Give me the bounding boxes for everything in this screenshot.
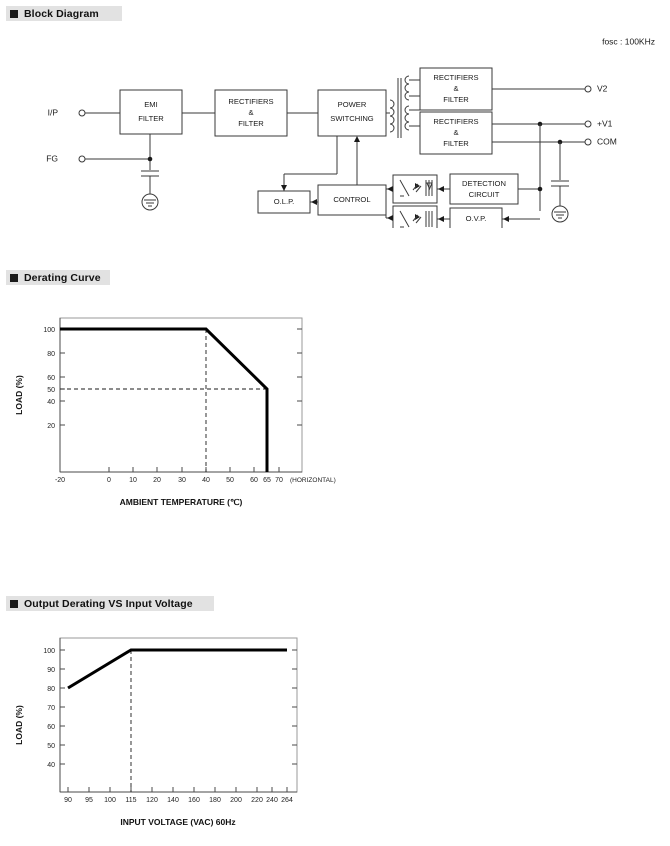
arrow-olp-in	[281, 185, 287, 191]
x-ticklabel: 160	[188, 797, 200, 804]
block-rectifiers-v2-line-3: FILTER	[443, 95, 469, 104]
x-ticklabel: 90	[64, 797, 72, 804]
arrow-opto1-to-control	[387, 186, 393, 192]
section-bullet-icon	[10, 273, 18, 282]
output-derating-chart: 100 90 80 70 60 50 40 90 95 100 115 120 …	[0, 620, 400, 841]
x-ticklabel: 50	[226, 477, 234, 484]
section-header-derating-curve: Derating Curve	[6, 270, 110, 285]
section-header-block-diagram: Block Diagram	[6, 6, 122, 21]
x-ticklabel: 40	[202, 477, 210, 484]
y-ticklabel: 50	[47, 743, 55, 750]
block-power-switching-line-1: POWER	[338, 100, 367, 109]
output-terminal-label-com: COM	[597, 136, 617, 146]
block-power-switching-line-2: SWITCHING	[330, 114, 374, 123]
block-rectifiers-1-line-2: &	[248, 108, 253, 117]
x-ticklabel: 20	[153, 477, 161, 484]
block-rectifiers-1-line-3: FILTER	[238, 119, 264, 128]
block-detection-circuit-line-1: DETECTION	[462, 179, 506, 188]
x-axis-title: INPUT VOLTAGE (VAC) 60Hz	[120, 817, 235, 827]
arrow-detection-to-opto1	[438, 186, 444, 192]
section-title: Output Derating VS Input Voltage	[24, 597, 193, 610]
arrow-opto2-to-control	[387, 215, 393, 221]
x-ticklabel: 180	[209, 797, 221, 804]
earth-ground-primary-icon	[141, 193, 159, 211]
block-emi-filter-line-2: FILTER	[138, 114, 164, 123]
y-axis-title: LOAD (%)	[14, 705, 24, 745]
y-ticklabel: 90	[47, 667, 55, 674]
y-ticklabel: 60	[47, 375, 55, 382]
x-ticklabel: 264	[281, 797, 293, 804]
x-ticklabel: 0	[107, 477, 111, 484]
x-ticklabel: 115	[125, 797, 136, 804]
y-ticklabel: 50	[47, 387, 55, 394]
horizontal-note: (HORIZONTAL)	[290, 477, 336, 484]
section-bullet-icon	[10, 599, 18, 608]
y-ticklabel: 100	[43, 327, 55, 334]
output-terminal-label-v2: V2	[597, 83, 608, 93]
block-emi-filter-line-1: EMI	[144, 100, 158, 109]
x-ticklabel: 100	[104, 797, 116, 804]
arrow-control-to-olp	[311, 199, 317, 205]
block-rectifiers-1-line-1: RECTIFIERS	[228, 97, 273, 106]
section-title: Block Diagram	[24, 7, 99, 20]
y-ticklabel: 40	[47, 399, 55, 406]
input-terminal-ip-icon	[78, 109, 86, 117]
y-axis-title: LOAD (%)	[14, 375, 24, 415]
transformer-primary-winding-icon	[389, 99, 395, 133]
x-ticklabel: 240	[266, 797, 278, 804]
x-ticklabel: 30	[178, 477, 186, 484]
input-terminal-label-fg: FG	[46, 153, 58, 163]
output-terminal-label-v1: +V1	[597, 118, 613, 128]
derating-curve-chart: 100 80 60 50 40 20 -20 0 10 20 30 40 50 …	[0, 300, 400, 525]
y-ticklabel: 100	[43, 648, 55, 655]
x-ticklabel: -20	[55, 477, 65, 484]
arrow-ovp-to-opto2	[438, 216, 444, 222]
y-ticklabel: 60	[47, 724, 55, 731]
section-header-output-derating: Output Derating VS Input Voltage	[6, 596, 214, 611]
y-ticklabel: 80	[47, 351, 55, 358]
transformer-secondary-winding-v1-icon	[404, 105, 410, 131]
earth-ground-secondary-icon	[551, 205, 569, 223]
junction-dot-fg	[147, 156, 153, 162]
y-ticklabel: 40	[47, 762, 55, 769]
block-rectifiers-v1-line-3: FILTER	[443, 139, 469, 148]
x-ticklabel: 65	[263, 477, 271, 484]
input-terminal-fg-icon	[78, 155, 86, 163]
x-ticklabel: 60	[250, 477, 258, 484]
x-ticklabel: 120	[146, 797, 158, 804]
block-emi-filter	[119, 89, 183, 135]
block-detection-circuit-line-2: CIRCUIT	[469, 190, 500, 199]
section-bullet-icon	[10, 9, 18, 18]
output-terminal-v1-icon	[584, 120, 592, 128]
y-ticklabel: 20	[47, 423, 55, 430]
block-control-label: CONTROL	[333, 195, 370, 204]
x-ticklabel: 220	[251, 797, 263, 804]
fosc-note: fosc : 100KHz	[602, 36, 655, 46]
arrow-control-to-power	[354, 136, 360, 142]
block-olp-label: O.L.P.	[274, 197, 295, 206]
transformer-secondary-winding-v2-icon	[404, 75, 410, 101]
section-title: Derating Curve	[24, 271, 101, 284]
x-ticklabel: 140	[167, 797, 179, 804]
output-terminal-com-icon	[584, 138, 592, 146]
arrow-sense-to-ovp	[503, 216, 509, 222]
x-ticklabel: 10	[129, 477, 137, 484]
plot-area	[59, 637, 298, 793]
block-ovp-label: O.V.P.	[466, 214, 487, 223]
block-rectifiers-v1-line-1: RECTIFIERS	[433, 117, 478, 126]
x-axis-title: AMBIENT TEMPERATURE (℃)	[120, 497, 243, 507]
junction-dot-detection	[537, 186, 543, 192]
block-rectifiers-v1-line-2: &	[453, 128, 458, 137]
x-ticklabel: 95	[85, 797, 93, 804]
block-rectifiers-v2-line-2: &	[453, 84, 458, 93]
y-ticklabel: 80	[47, 686, 55, 693]
input-terminal-label-ip: I/P	[48, 107, 59, 117]
block-power-switching	[317, 89, 387, 137]
block-diagram: fosc : 100KHz I/P FG EMI FILTER RECTIFIE…	[0, 28, 670, 228]
x-ticklabel: 70	[275, 477, 283, 484]
output-terminal-v2-icon	[584, 85, 592, 93]
y-ticklabel: 70	[47, 705, 55, 712]
block-rectifiers-v2-line-1: RECTIFIERS	[433, 73, 478, 82]
x-ticklabel: 200	[230, 797, 242, 804]
